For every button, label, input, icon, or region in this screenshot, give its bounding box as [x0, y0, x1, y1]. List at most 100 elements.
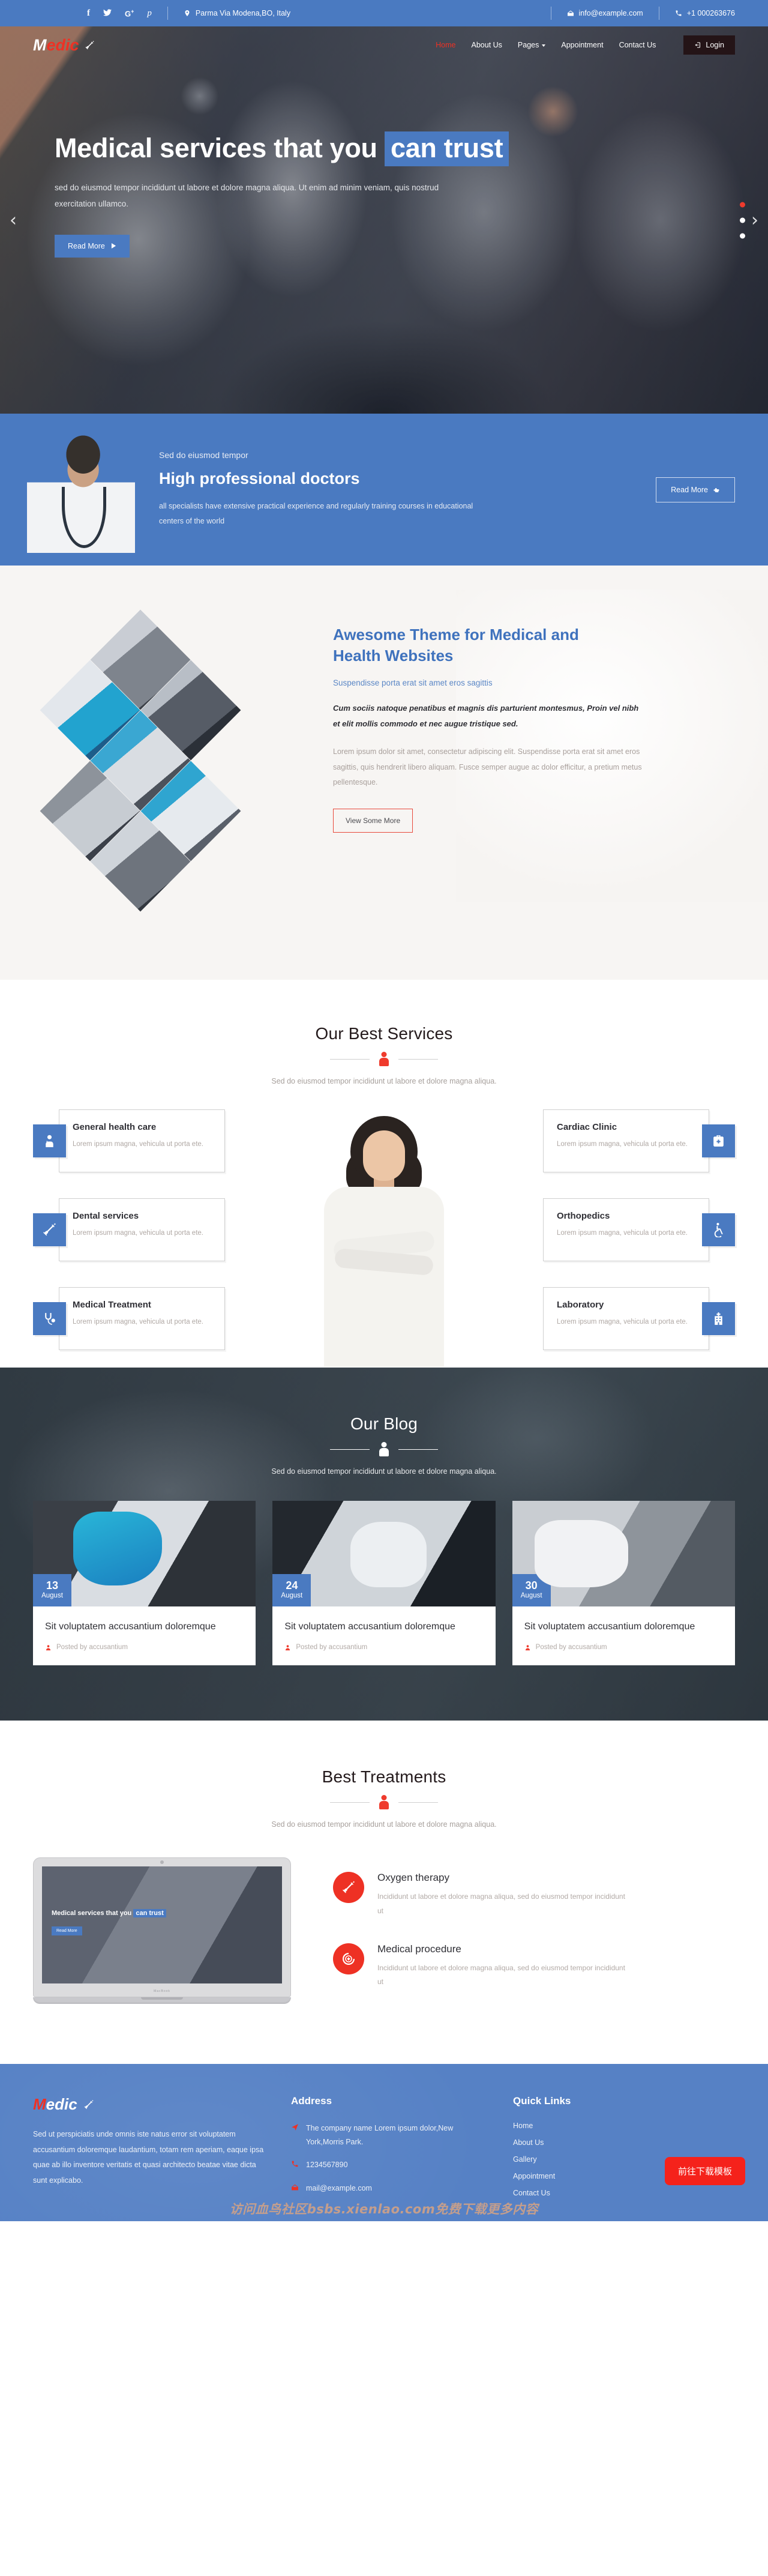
footer-link-contact-us[interactable]: Contact Us	[513, 2189, 663, 2197]
nav-link-about-us[interactable]: About Us	[472, 41, 502, 49]
watermark-text: 访问血鸟社区bsbs.xienlao.com免费下载更多内容	[229, 2202, 539, 2216]
treatment-item-medical-procedure[interactable]: Medical procedure Incididunt ut labore e…	[333, 1943, 735, 1989]
about-view-more-button[interactable]: View Some More	[333, 808, 413, 833]
blog-card[interactable]: 24 August Sit voluptatem accusantium dol…	[272, 1501, 496, 1665]
service-card-cardiac-clinic[interactable]: Cardiac Clinic Lorem ipsum magna, vehicu…	[543, 1109, 735, 1172]
footer-link-home[interactable]: Home	[513, 2122, 663, 2130]
footer-link-about-us[interactable]: About Us	[513, 2138, 663, 2147]
site-logo[interactable]: Medic	[33, 36, 95, 55]
divider-line-right	[398, 1449, 438, 1450]
service-text: Lorem ipsum magna, vehicula ut porta ete…	[73, 1318, 203, 1326]
about-diamond-gallery	[33, 608, 321, 920]
service-text: Lorem ipsum magna, vehicula ut porta ete…	[557, 1318, 688, 1326]
hero-dot-2[interactable]	[740, 217, 745, 223]
blog-title[interactable]: Sit voluptatem accusantium doloremque	[284, 1620, 483, 1634]
laptop-caption-main: Medical services that you	[52, 1910, 132, 1917]
topbar-address: Parma Via Modena,BO, Italy	[184, 9, 290, 17]
blog-card[interactable]: 13 August Sit voluptatem accusantium dol…	[33, 1501, 256, 1665]
treatments-subheading: Sed do eiusmod tempor incididunt ut labo…	[271, 1820, 497, 1829]
login-button-label: Login	[706, 41, 724, 49]
twitter-icon[interactable]	[103, 9, 112, 17]
blog-date-day: 30	[525, 1579, 538, 1592]
hero-read-more-button[interactable]: Read More	[55, 234, 130, 258]
syringe-icon	[84, 2099, 94, 2109]
footer-link-appointment[interactable]: Appointment	[513, 2172, 663, 2180]
footer-phone-row[interactable]: 1234567890	[291, 2158, 489, 2172]
site-footer: Medic Sed ut perspiciatis unde omnis ist…	[0, 2064, 768, 2221]
download-template-button[interactable]: 前往下载模板	[664, 2157, 745, 2185]
about-section: Awesome Theme for Medical and Health Web…	[0, 566, 768, 980]
location-pin-icon	[185, 10, 190, 16]
section-divider-doctor	[0, 1795, 768, 1809]
blog-date-badge: 13 August	[33, 1574, 71, 1606]
play-arrow-icon	[111, 243, 116, 249]
laptop-mockup: Medical services that you can trust Read…	[33, 1857, 291, 2004]
nav-link-contact-us[interactable]: Contact Us	[619, 41, 656, 49]
treatment-item-oxygen-therapy[interactable]: Oxygen therapy Incididunt ut labore et d…	[333, 1872, 735, 1918]
footer-link-gallery[interactable]: Gallery	[513, 2155, 663, 2164]
blog-date-month: August	[520, 1592, 542, 1599]
user-icon	[286, 1644, 290, 1650]
blog-heading-block: Our Blog Sed do eiusmod tempor incididun…	[0, 1414, 768, 1476]
service-card-general-health-care[interactable]: General health care Lorem ipsum magna, v…	[33, 1109, 225, 1172]
user-icon	[525, 1644, 530, 1650]
laptop-screen: Medical services that you can trust Read…	[42, 1866, 282, 1983]
topbar-email[interactable]: info@example.com	[567, 9, 643, 17]
nav-link-home[interactable]: Home	[436, 41, 455, 49]
login-button[interactable]: Login	[683, 35, 735, 55]
topbar-phone[interactable]: +1 000263676	[675, 9, 735, 17]
section-divider-doctor	[0, 1442, 768, 1456]
medical-bag-icon	[702, 1124, 735, 1157]
doctors-read-more-button[interactable]: Read More	[656, 477, 735, 502]
treatment-title: Medical procedure	[377, 1943, 461, 1955]
pinterest-icon[interactable]: p	[147, 8, 152, 18]
nav-link-appointment[interactable]: Appointment	[561, 41, 603, 49]
hospital-icon	[702, 1302, 735, 1335]
nav-link-pages[interactable]: Pages	[518, 41, 546, 49]
facebook-icon[interactable]: f	[87, 8, 90, 18]
about-body-paragraph: Lorem ipsum dolor sit amet, consectetur …	[333, 747, 642, 787]
hero-dot-3[interactable]	[740, 233, 745, 238]
syringe-icon	[333, 1872, 364, 1904]
service-text: Lorem ipsum magna, vehicula ut porta ete…	[73, 1229, 203, 1237]
blog-thumbnail: 30 August	[512, 1501, 735, 1606]
blog-title[interactable]: Sit voluptatem accusantium doloremque	[524, 1620, 723, 1634]
service-text: Lorem ipsum magna, vehicula ut porta ete…	[557, 1229, 688, 1237]
blog-card[interactable]: 30 August Sit voluptatem accusantium dol…	[512, 1501, 735, 1665]
services-grid: General health care Lorem ipsum magna, v…	[33, 1109, 735, 1368]
about-subtitle: Suspendisse porta erat sit amet eros sag…	[333, 678, 493, 688]
service-text: Lorem ipsum magna, vehicula ut porta ete…	[557, 1141, 688, 1148]
treatment-text: Incididunt ut labore et dolore magna ali…	[377, 1892, 625, 1915]
hero-prev-arrow[interactable]: ‹	[10, 210, 17, 231]
google-plus-icon[interactable]: G+	[125, 8, 134, 17]
phone-icon	[292, 2161, 298, 2167]
service-card-orthopedics[interactable]: Orthopedics Lorem ipsum magna, vehicula …	[543, 1198, 735, 1261]
blog-date-day: 13	[46, 1579, 59, 1592]
social-links: f G+ p	[87, 8, 152, 18]
blog-meta: Posted by accusantium	[284, 1644, 483, 1651]
doctor-icon	[33, 1124, 66, 1157]
footer-email-row[interactable]: mail@example.com	[291, 2182, 489, 2195]
stethoscope-icon	[33, 1302, 66, 1335]
blog-heading: Our Blog	[350, 1414, 418, 1433]
about-lead-paragraph: Cum sociis natoque penatibus et magnis d…	[333, 704, 639, 728]
hero-next-arrow[interactable]: ›	[751, 210, 758, 231]
footer-logo[interactable]: Medic	[33, 2095, 267, 2114]
phone-icon	[676, 10, 682, 16]
service-card-dental-services[interactable]: Dental services Lorem ipsum magna, vehic…	[33, 1198, 225, 1261]
footer-about-column: Medic Sed ut perspiciatis unde omnis ist…	[33, 2095, 267, 2197]
blog-title[interactable]: Sit voluptatem accusantium doloremque	[45, 1620, 244, 1634]
hand-point-right-icon	[713, 487, 719, 492]
footer-address-text: The company name Lorem ipsum dolor,New Y…	[306, 2124, 454, 2146]
service-card-medical-treatment[interactable]: Medical Treatment Lorem ipsum magna, veh…	[33, 1287, 225, 1350]
footer-address-row: The company name Lorem ipsum dolor,New Y…	[291, 2122, 489, 2149]
service-title: Dental services	[73, 1211, 139, 1221]
service-title: Medical Treatment	[73, 1300, 151, 1310]
divider-line-right	[398, 1058, 438, 1060]
service-card-laboratory[interactable]: Laboratory Lorem ipsum magna, vehicula u…	[543, 1287, 735, 1350]
hero-paragraph: sed do eiusmod tempor incididunt ut labo…	[55, 182, 439, 208]
hero-dot-1[interactable]	[740, 202, 745, 207]
treatments-section: Best Treatments Sed do eiusmod tempor in…	[0, 1721, 768, 2064]
treatments-grid: Medical services that you can trust Read…	[33, 1857, 735, 2004]
hero-title-highlight: can trust	[384, 131, 509, 166]
